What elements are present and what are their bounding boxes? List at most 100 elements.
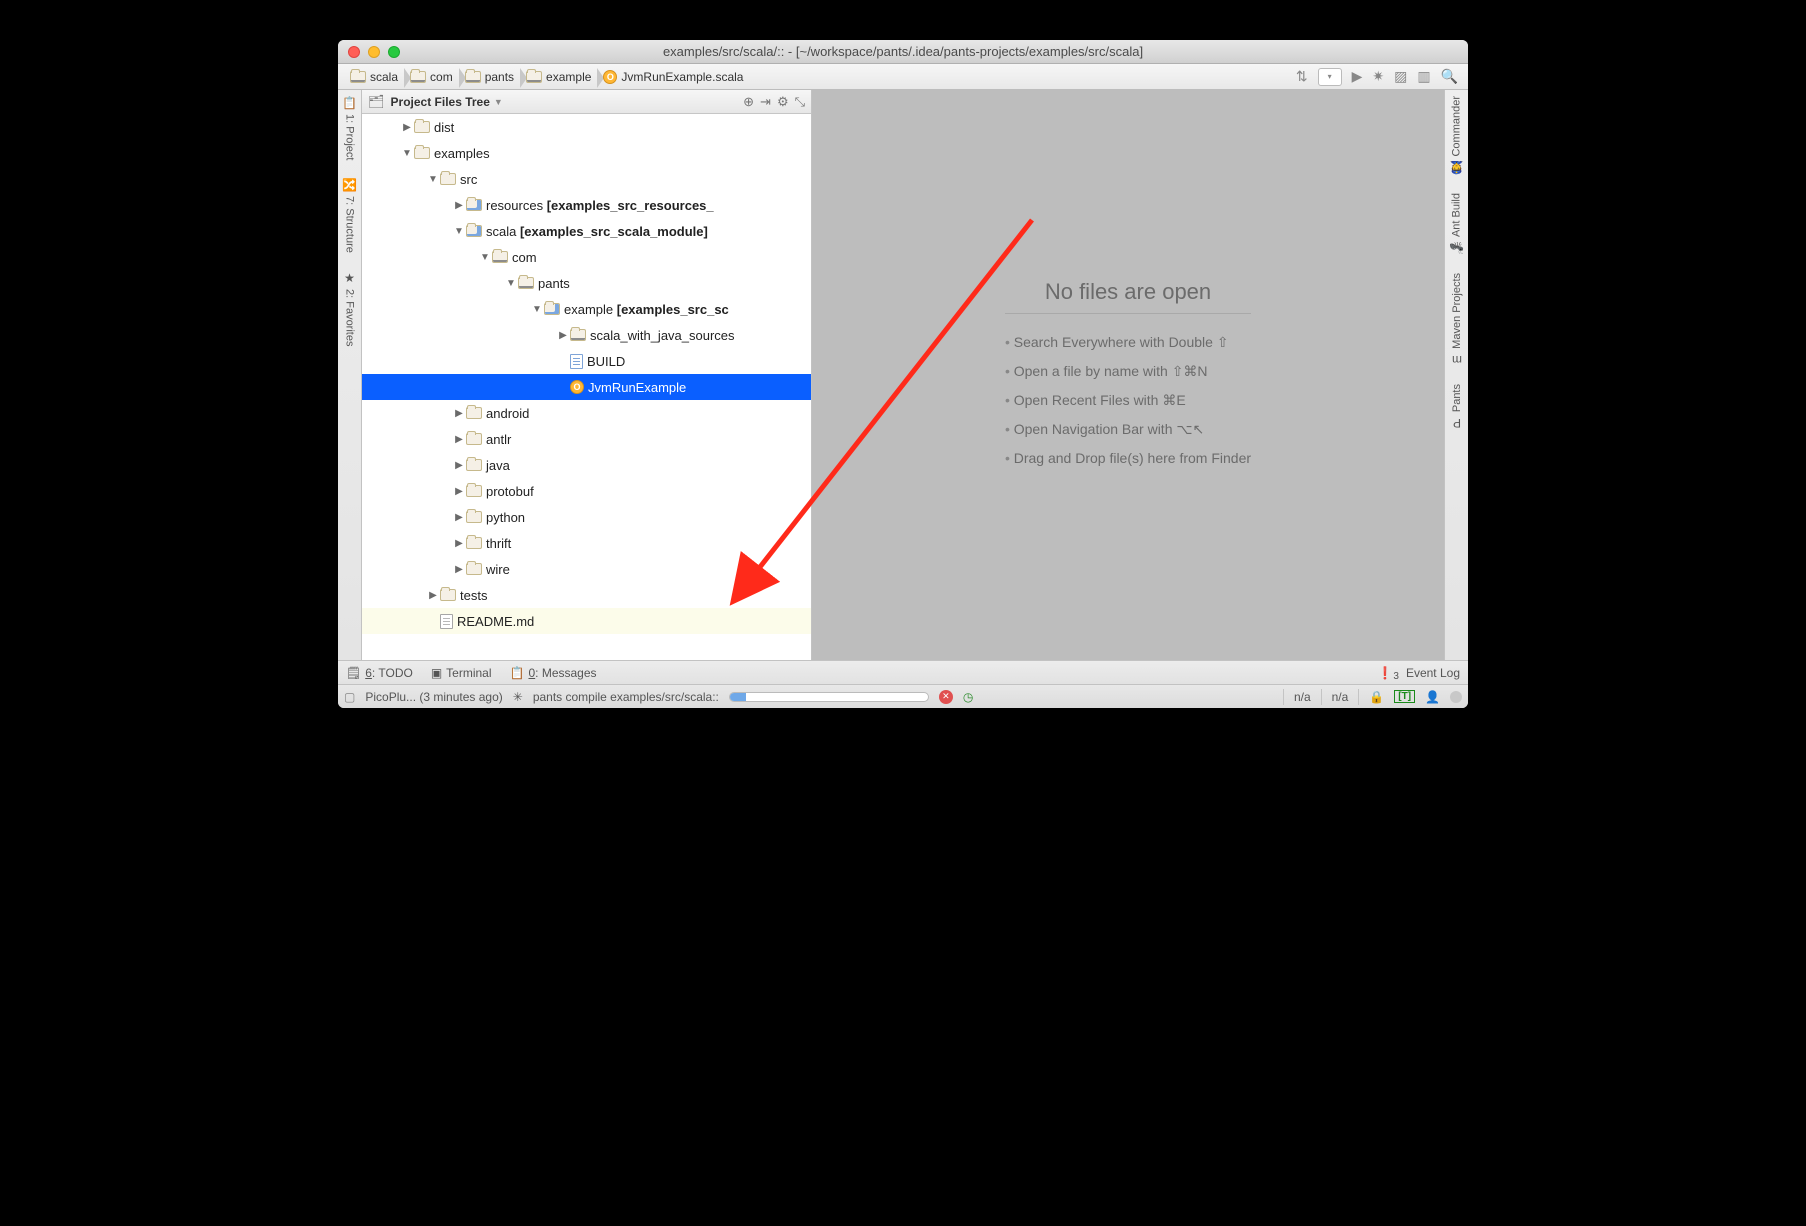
right-tool-tabs: 👮Commander 🐜Ant Build mMaven Projects PPant… [1444,90,1468,660]
chevron-down-icon[interactable]: ▼ [480,252,490,263]
tool-window-tab[interactable]: PPants [1451,384,1463,430]
tool-window-tab[interactable]: 🔀7: Structure [342,178,357,253]
tree-node[interactable]: ▼pants [362,270,811,296]
project-view-icon: 🗂 [368,94,385,110]
coverage-icon[interactable]: ▨ [1394,68,1407,85]
empty-tips: Search Everywhere with Double ⇧Open a fi… [1005,328,1251,472]
gear-icon[interactable]: ⚙ [777,94,789,110]
lock-icon[interactable]: 🔒 [1369,690,1384,704]
chevron-down-icon[interactable]: ▼ [402,148,412,159]
chevron-right-icon[interactable]: ▶ [454,564,464,575]
hide-panel-icon[interactable]: ⤡ [795,94,805,110]
search-icon[interactable]: 🔍 [1441,68,1458,85]
tree-node[interactable]: ▼example [examples_src_sc [362,296,811,322]
tree-node[interactable]: ▶BUILD [362,348,811,374]
chevron-right-icon[interactable]: ▶ [454,486,464,497]
scala-object-icon [603,70,617,84]
progress-bar[interactable] [729,692,929,702]
memory-indicator[interactable] [1450,691,1462,703]
tree-node[interactable]: ▶thrift [362,530,811,556]
chevron-down-icon[interactable]: ▼ [428,174,438,185]
folder-icon [465,71,481,83]
tree-node[interactable]: ▶scala_with_java_sources [362,322,811,348]
scroll-from-source-icon[interactable]: ⊕ [743,94,754,110]
tool-window-tab[interactable]: 📋1: Project [342,96,357,160]
chevron-right-icon[interactable]: ▶ [454,538,464,549]
editor-area[interactable]: No files are open Search Everywhere with… [812,90,1444,660]
chevron-right-icon[interactable]: ▶ [454,200,464,211]
chevron-right-icon[interactable]: ▶ [428,590,438,601]
tree-node[interactable]: ▼examples [362,140,811,166]
file-icon [570,354,583,369]
tool-window-tab[interactable]: mMaven Projects [1451,273,1463,367]
profiler-icon[interactable]: ◷ [963,690,973,704]
project-panel: 🗂 Project Files Tree ▼ ⊕ ⇥ ⚙ ⤡ ▶ dist ▼exa… [362,90,812,660]
chevron-right-icon[interactable]: ▶ [402,122,412,133]
tree-node[interactable]: ▶android [362,400,811,426]
chevron-right-icon[interactable]: ▶ [454,512,464,523]
typing-badge[interactable]: [T] [1394,690,1415,703]
breadcrumb-item[interactable]: scala [344,68,404,86]
project-view-selector[interactable]: Project Files Tree ▼ [391,95,738,109]
main-body: 📋1: Project 🔀7: Structure ★2: Favorites 🗂 … [338,90,1468,660]
tree-node[interactable]: ▶README.md [362,608,811,634]
tool-tab-icon: 👮 [1449,161,1464,175]
event-log-icon: ❗ [1377,666,1392,680]
breadcrumb-item[interactable]: pants [459,68,520,86]
chevron-down-icon[interactable]: ▼ [506,278,516,289]
breadcrumb-item[interactable]: JvmRunExample.scala [597,68,749,86]
debug-icon[interactable]: ✷ [1372,68,1384,85]
tree-node[interactable]: ▶java [362,452,811,478]
chevron-right-icon[interactable]: ▶ [558,330,568,341]
tree-node[interactable]: ▼scala [examples_src_scala_module] [362,218,811,244]
terminal-icon: ▣ [431,666,442,680]
project-structure-icon[interactable]: ▥ [1417,68,1430,85]
status-bar: ▢ PicoPlu... (3 minutes ago) ✳ pants com… [338,684,1468,708]
folder-icon [440,589,456,601]
tool-windows-quick-access-icon[interactable]: ▢ [344,690,355,704]
todo-tool-button[interactable]: 🗒 6: TODO [346,666,413,680]
process-label: pants compile examples/src/scala:: [533,690,719,704]
chevron-down-icon[interactable]: ▼ [454,226,464,237]
tree-node-label: dist [434,120,454,135]
tree-node[interactable]: ▶tests [362,582,811,608]
close-window-button[interactable] [348,46,360,58]
tool-window-tab[interactable]: 🐜Ant Build [1449,193,1464,255]
tree-node[interactable]: ▶JvmRunExample [362,374,811,400]
background-task-label[interactable]: PicoPlu... (3 minutes ago) [365,690,502,704]
cancel-process-button[interactable]: ✕ [939,690,953,704]
zoom-window-button[interactable] [388,46,400,58]
minimize-window-button[interactable] [368,46,380,58]
project-tree[interactable]: ▶ dist ▼examples▼src▶resources [examples_s… [362,114,811,660]
folder-icon [414,121,430,133]
chevron-right-icon[interactable]: ▶ [454,434,464,445]
terminal-tool-button[interactable]: ▣ Terminal [431,666,492,680]
hector-icon[interactable]: 👤 [1425,690,1440,704]
tree-node[interactable]: ▶ python [362,504,811,530]
tree-node[interactable]: ▼com [362,244,811,270]
tree-node-label: python [486,510,525,525]
breadcrumb-item[interactable]: com [404,68,459,86]
chevron-right-icon[interactable]: ▶ [454,460,464,471]
run-icon[interactable]: ▶ [1352,68,1363,85]
tool-tab-icon: ★ [344,271,355,285]
chevron-right-icon[interactable]: ▶ [454,408,464,419]
titlebar: examples/src/scala/:: - [~/workspace/pan… [338,40,1468,64]
tree-node[interactable]: ▶resources [examples_src_resources_ [362,192,811,218]
tree-node[interactable]: ▶protobuf [362,478,811,504]
folder-icon [440,173,456,185]
tree-node-label: wire [486,562,510,577]
tool-window-tab[interactable]: 👮Commander [1449,96,1464,175]
chevron-down-icon[interactable]: ▼ [532,304,542,315]
tree-node[interactable]: ▶ dist [362,114,811,140]
tree-node[interactable]: ▼src [362,166,811,192]
tree-node[interactable]: ▶ wire [362,556,811,582]
tool-window-tab[interactable]: ★2: Favorites [344,271,356,346]
tree-node[interactable]: ▶antlr [362,426,811,452]
messages-tool-button[interactable]: 📋 0: Messages [510,666,597,680]
run-config-selector[interactable]: ▾ [1318,68,1342,86]
collapse-all-icon[interactable]: ⇥ [760,94,771,110]
update-project-icon[interactable]: ⇅ [1296,68,1308,85]
breadcrumb-item[interactable]: example [520,68,597,86]
event-log-button[interactable]: ❗ 3 Event Log [1377,666,1460,680]
